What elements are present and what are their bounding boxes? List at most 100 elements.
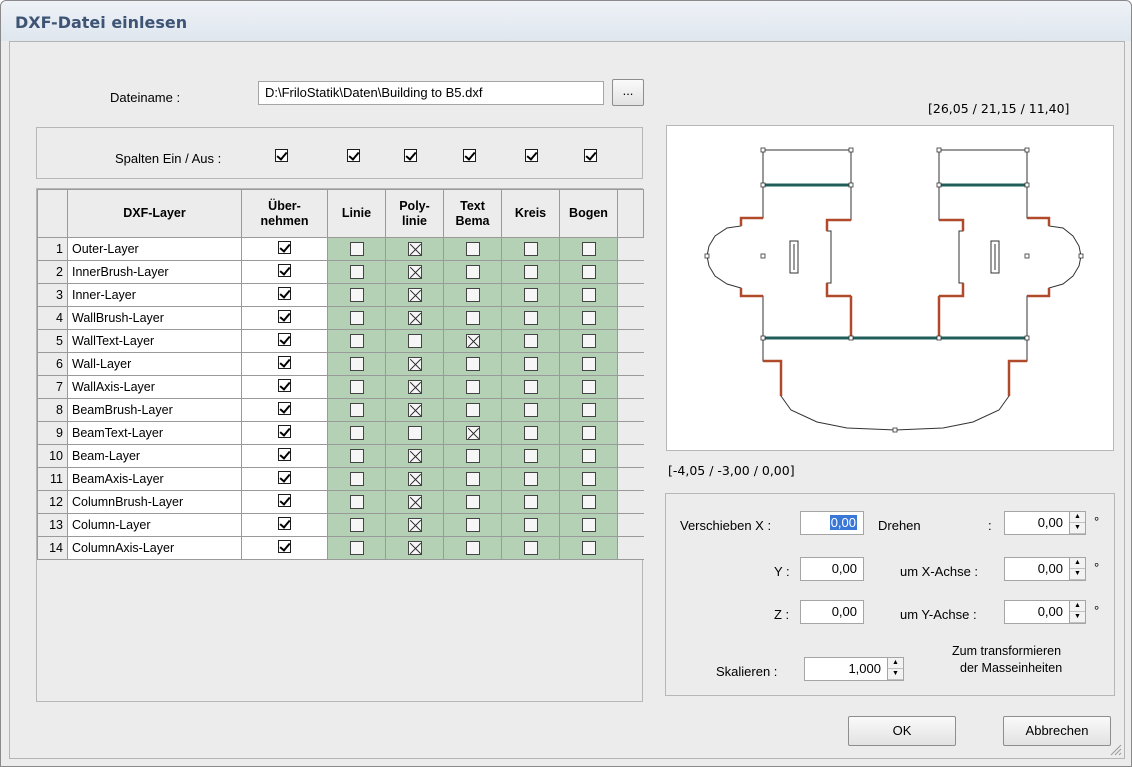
polyline-cell[interactable] <box>385 398 444 422</box>
layer-name[interactable]: ColumnAxis-Layer <box>67 536 242 560</box>
table-row[interactable]: 10 Beam-Layer <box>37 444 644 468</box>
take-cell[interactable] <box>241 490 328 514</box>
layer-name[interactable]: InnerBrush-Layer <box>67 260 242 284</box>
line-checkbox[interactable] <box>349 242 364 257</box>
arc-checkbox[interactable] <box>581 242 596 257</box>
circle-cell[interactable] <box>501 375 560 399</box>
text-cell[interactable] <box>443 444 502 468</box>
header-arc[interactable]: Bogen <box>559 189 618 238</box>
text-cell[interactable] <box>443 375 502 399</box>
table-row[interactable]: 8 BeamBrush-Layer <box>37 398 644 422</box>
take-checkbox[interactable] <box>278 540 291 553</box>
take-checkbox[interactable] <box>278 310 291 323</box>
text-checkbox[interactable] <box>465 265 480 280</box>
circle-checkbox[interactable] <box>523 288 538 303</box>
text-checkbox[interactable] <box>465 518 480 533</box>
text-checkbox[interactable] <box>465 380 480 395</box>
arc-checkbox[interactable] <box>581 518 596 533</box>
cancel-button[interactable]: Abbrechen <box>1003 716 1111 746</box>
circle-checkbox[interactable] <box>523 334 538 349</box>
circle-cell[interactable] <box>501 421 560 445</box>
arc-cell[interactable] <box>559 398 618 422</box>
table-row[interactable]: 1 Outer-Layer <box>37 237 644 261</box>
toggle-checkbox-take[interactable] <box>275 149 288 162</box>
line-cell[interactable] <box>327 421 386 445</box>
take-checkbox[interactable] <box>278 264 291 277</box>
text-cell[interactable] <box>443 513 502 537</box>
line-checkbox[interactable] <box>349 380 364 395</box>
text-checkbox[interactable] <box>465 357 480 372</box>
table-row[interactable]: 7 WallAxis-Layer <box>37 375 644 399</box>
polyline-cell[interactable] <box>385 260 444 284</box>
line-cell[interactable] <box>327 490 386 514</box>
layer-name[interactable]: Outer-Layer <box>67 237 242 261</box>
text-cell[interactable] <box>443 352 502 376</box>
arc-checkbox[interactable] <box>581 403 596 418</box>
polyline-cell[interactable] <box>385 536 444 560</box>
layer-name[interactable]: BeamBrush-Layer <box>67 398 242 422</box>
text-cell[interactable] <box>443 467 502 491</box>
table-row[interactable]: 5 WallText-Layer <box>37 329 644 353</box>
header-line[interactable]: Linie <box>327 189 386 238</box>
layer-name[interactable]: WallText-Layer <box>67 329 242 353</box>
text-cell[interactable] <box>443 490 502 514</box>
rotate-x-spinner[interactable]: ▲ ▼ <box>1069 558 1085 580</box>
header-text[interactable]: Text Bema <box>443 189 502 238</box>
arc-cell[interactable] <box>559 352 618 376</box>
line-cell[interactable] <box>327 513 386 537</box>
circle-checkbox[interactable] <box>523 311 538 326</box>
polyline-cell[interactable] <box>385 444 444 468</box>
circle-checkbox[interactable] <box>523 380 538 395</box>
arc-checkbox[interactable] <box>581 472 596 487</box>
line-cell[interactable] <box>327 398 386 422</box>
arc-cell[interactable] <box>559 467 618 491</box>
arc-checkbox[interactable] <box>581 541 596 556</box>
circle-cell[interactable] <box>501 398 560 422</box>
table-row[interactable]: 13 Column-Layer <box>37 513 644 537</box>
polyline-cell[interactable] <box>385 306 444 330</box>
take-checkbox[interactable] <box>278 425 291 438</box>
take-cell[interactable] <box>241 260 328 284</box>
table-row[interactable]: 9 BeamText-Layer <box>37 421 644 445</box>
circle-cell[interactable] <box>501 260 560 284</box>
polyline-checkbox[interactable] <box>407 265 422 280</box>
circle-checkbox[interactable] <box>523 242 538 257</box>
line-cell[interactable] <box>327 283 386 307</box>
rotate-input[interactable]: 0,00 ▲ ▼ <box>1004 511 1086 535</box>
circle-cell[interactable] <box>501 283 560 307</box>
table-row[interactable]: 2 InnerBrush-Layer <box>37 260 644 284</box>
polyline-checkbox[interactable] <box>407 472 422 487</box>
arc-cell[interactable] <box>559 306 618 330</box>
arc-checkbox[interactable] <box>581 311 596 326</box>
polyline-cell[interactable] <box>385 283 444 307</box>
polyline-cell[interactable] <box>385 375 444 399</box>
take-cell[interactable] <box>241 329 328 353</box>
take-cell[interactable] <box>241 444 328 468</box>
take-cell[interactable] <box>241 283 328 307</box>
circle-cell[interactable] <box>501 536 560 560</box>
line-checkbox[interactable] <box>349 495 364 510</box>
take-checkbox[interactable] <box>278 494 291 507</box>
layer-name[interactable]: WallAxis-Layer <box>67 375 242 399</box>
line-checkbox[interactable] <box>349 311 364 326</box>
circle-cell[interactable] <box>501 467 560 491</box>
arc-checkbox[interactable] <box>581 426 596 441</box>
table-row[interactable]: 12 ColumnBrush-Layer <box>37 490 644 514</box>
rotate-x-input[interactable]: 0,00 ▲ ▼ <box>1004 557 1086 581</box>
text-cell[interactable] <box>443 237 502 261</box>
polyline-checkbox[interactable] <box>407 403 422 418</box>
header-dxf-layer[interactable]: DXF-Layer <box>67 189 242 238</box>
circle-checkbox[interactable] <box>523 541 538 556</box>
scale-spinner[interactable]: ▲ ▼ <box>887 658 903 680</box>
line-cell[interactable] <box>327 329 386 353</box>
polyline-checkbox[interactable] <box>407 380 422 395</box>
text-checkbox[interactable] <box>465 242 480 257</box>
take-checkbox[interactable] <box>278 379 291 392</box>
toggle-checkbox-line[interactable] <box>347 149 360 162</box>
line-cell[interactable] <box>327 260 386 284</box>
arc-cell[interactable] <box>559 513 618 537</box>
line-checkbox[interactable] <box>349 472 364 487</box>
take-checkbox[interactable] <box>278 241 291 254</box>
circle-checkbox[interactable] <box>523 495 538 510</box>
line-checkbox[interactable] <box>349 357 364 372</box>
